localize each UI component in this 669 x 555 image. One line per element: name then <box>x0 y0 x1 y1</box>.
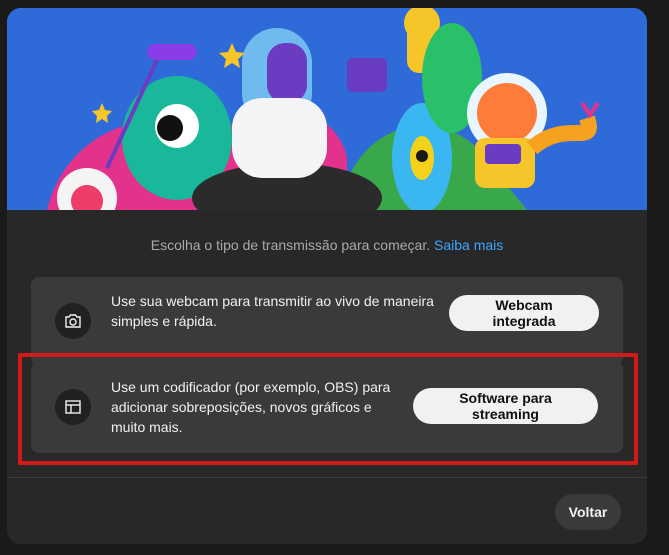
webcam-option-card: Use sua webcam para transmitir ao vivo d… <box>31 277 623 365</box>
hero-illustration-art <box>7 8 647 210</box>
selection-highlight-box <box>18 353 638 465</box>
camera-icon <box>55 303 91 339</box>
learn-more-link[interactable]: Saiba mais <box>434 237 503 253</box>
hero-illustration <box>7 8 647 210</box>
live-stream-type-dialog: Escolha o tipo de transmissão para começ… <box>7 8 647 544</box>
footer-divider <box>7 477 647 478</box>
intro-message: Escolha o tipo de transmissão para começ… <box>150 237 431 253</box>
intro-text: Escolha o tipo de transmissão para começ… <box>7 237 647 253</box>
webcam-button[interactable]: Webcam integrada <box>449 295 599 331</box>
webcam-option-description: Use sua webcam para transmitir ao vivo d… <box>111 293 434 329</box>
back-button[interactable]: Voltar <box>555 494 621 530</box>
